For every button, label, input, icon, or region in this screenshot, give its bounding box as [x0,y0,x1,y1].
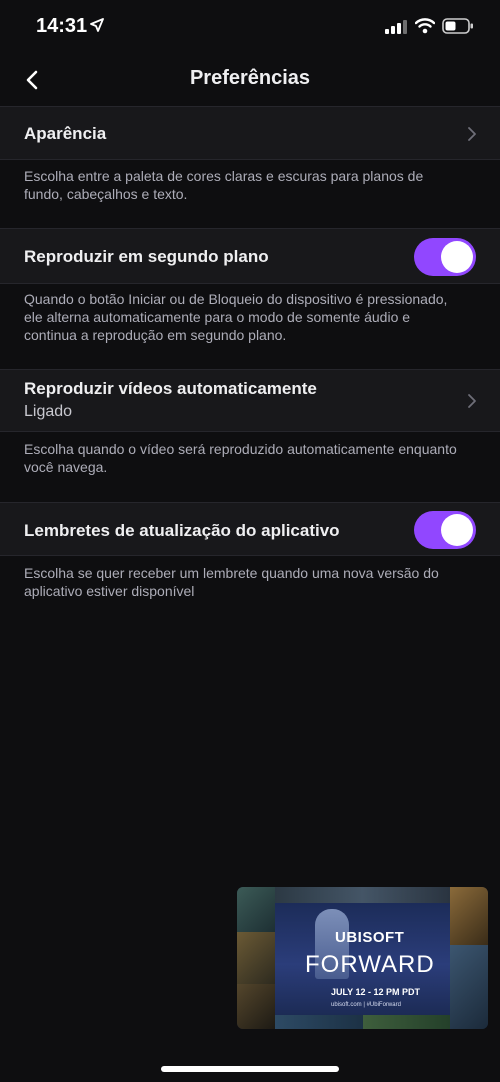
background-play-toggle[interactable] [414,238,476,276]
video-thumbnail: UBISOFT FORWARD JULY 12 - 12 PM PDT ubis… [275,903,450,1015]
toggle-knob [441,514,473,546]
autoplay-row[interactable]: Reproduzir vídeos automaticamente Ligado [0,369,500,432]
background-play-label: Reproduzir em segundo plano [24,247,269,266]
appearance-label: Aparência [24,124,107,143]
thumbnail-tile [363,1015,450,1029]
thumbnail-tile [275,887,450,903]
thumbnail-tile [450,887,488,945]
thumbnail-tile [275,1015,363,1029]
battery-icon [442,18,473,34]
update-reminders-description: Escolha se quer receber um lembrete quan… [24,565,439,599]
thumbnail-tile [237,932,275,984]
chevron-right-icon [468,394,476,408]
update-reminders-toggle[interactable] [414,511,476,549]
background-play-description: Quando o botão Iniciar ou de Bloqueio do… [24,291,448,343]
autoplay-description: Escolha quando o vídeo será reproduzido … [24,441,457,475]
autoplay-label: Reproduzir vídeos automaticamente [24,379,317,398]
autoplay-value: Ligado [24,403,73,420]
mini-player[interactable]: UBISOFT FORWARD JULY 12 - 12 PM PDT ubis… [237,887,488,1029]
update-reminders-row: Lembretes de atualização do aplicativo [0,502,500,556]
update-reminders-label: Lembretes de atualização do aplicativo [24,521,340,540]
cellular-signal-icon [385,20,407,34]
thumbnail-tile [450,945,488,1029]
appearance-row[interactable]: Aparência [0,106,500,160]
chevron-right-icon [468,127,476,141]
status-time: 14:31 [36,15,88,37]
mini-player-event: FORWARD [305,951,435,978]
thumbnail-tile [237,887,275,932]
status-bar: 14:31 [0,0,500,56]
page-title: Preferências [189,67,311,89]
background-play-row: Reproduzir em segundo plano [0,228,500,284]
mini-player-url: ubisoft.com | #UbiForward [331,1002,401,1008]
home-indicator[interactable] [161,1066,339,1072]
mini-player-date: JULY 12 - 12 PM PDT [331,987,421,997]
mini-player-brand: UBISOFT [335,929,405,946]
appearance-description: Escolha entre a paleta de cores claras e… [24,168,424,202]
location-arrow-icon [90,18,104,32]
wifi-icon [415,18,435,34]
thumbnail-tile [237,984,275,1029]
toggle-knob [441,241,473,273]
navigation-bar: Preferências [0,56,500,106]
